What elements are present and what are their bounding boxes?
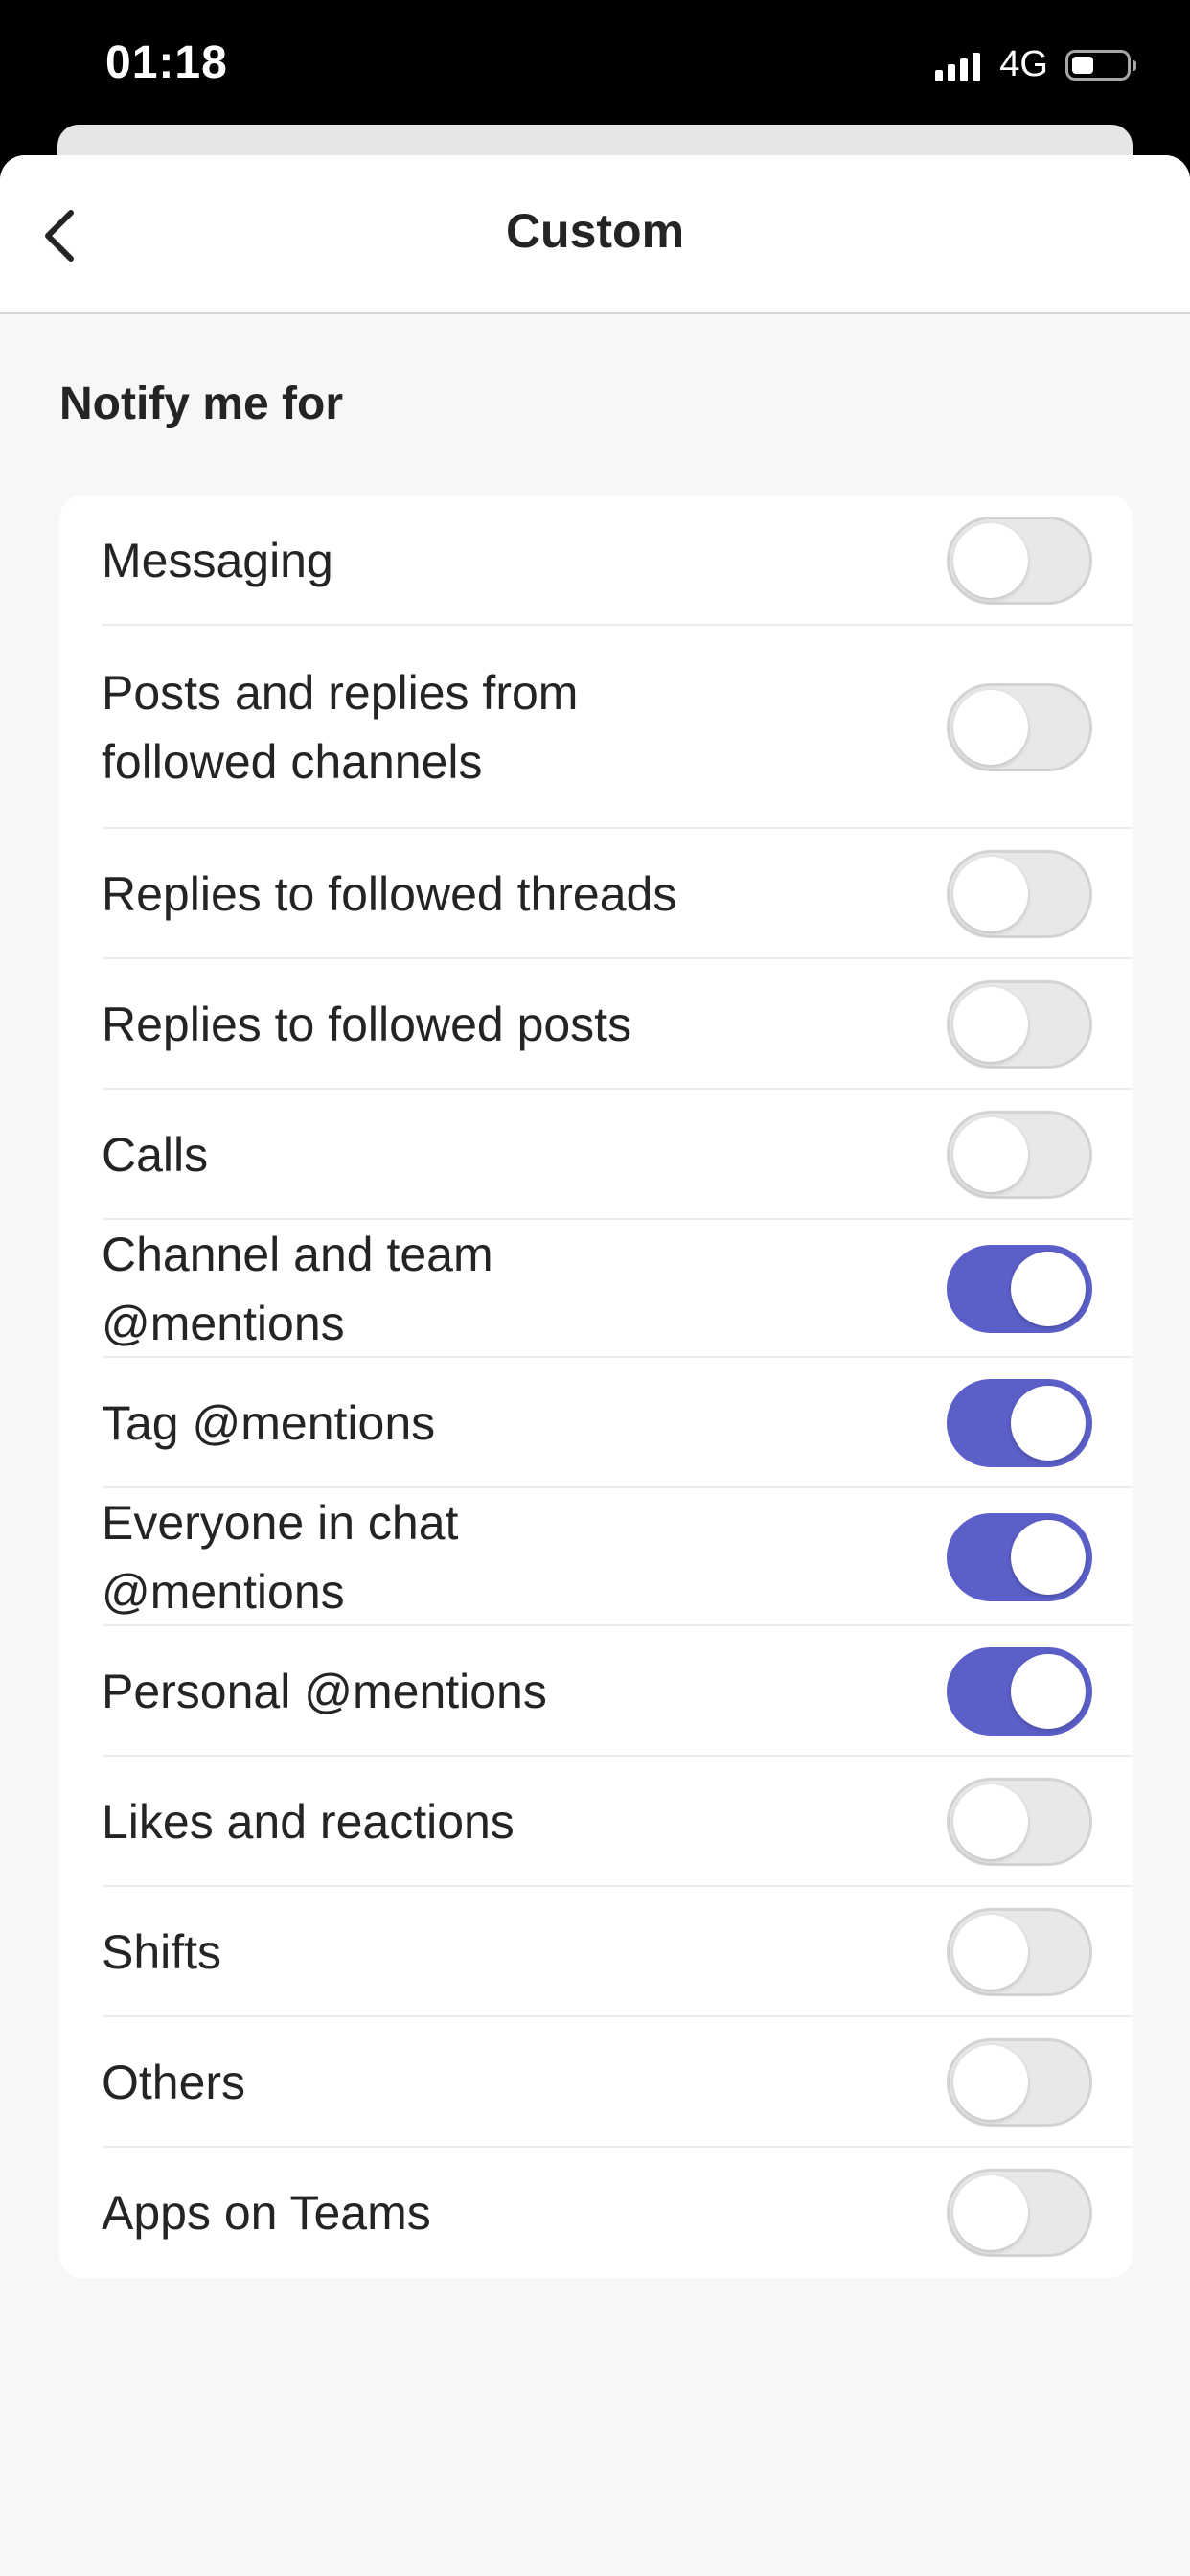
setting-row-others[interactable]: Others xyxy=(59,2017,1133,2148)
channel-team-mentions-toggle[interactable] xyxy=(947,1245,1092,1333)
setting-label: Tag @mentions xyxy=(102,1396,436,1450)
toggle-knob xyxy=(953,1117,1028,1192)
toggle-knob xyxy=(1011,1654,1086,1729)
setting-row-posts-and-replies[interactable]: Posts and replies from followed channels xyxy=(59,626,1133,829)
setting-row-channel-team-mentions[interactable]: Channel and team @mentions xyxy=(59,1220,1133,1358)
toggle-knob xyxy=(953,2045,1028,2120)
replies-to-threads-toggle[interactable] xyxy=(947,850,1092,938)
toggle-knob xyxy=(1011,1386,1086,1460)
setting-row-replies-to-posts[interactable]: Replies to followed posts xyxy=(59,959,1133,1090)
apps-on-teams-toggle[interactable] xyxy=(947,2169,1092,2257)
personal-mentions-toggle[interactable] xyxy=(947,1647,1092,1736)
setting-row-shifts[interactable]: Shifts xyxy=(59,1887,1133,2017)
notification-settings-list: Messaging Posts and replies from followe… xyxy=(59,495,1133,2278)
setting-label: Apps on Teams xyxy=(102,2186,431,2240)
status-time: 01:18 xyxy=(105,37,228,88)
setting-row-replies-to-threads[interactable]: Replies to followed threads xyxy=(59,829,1133,959)
toggle-knob xyxy=(953,2175,1028,2250)
setting-label: Calls xyxy=(102,1128,209,1182)
setting-row-tag-mentions[interactable]: Tag @mentions xyxy=(59,1358,1133,1488)
everyone-mentions-toggle[interactable] xyxy=(947,1513,1092,1601)
setting-label: Personal @mentions xyxy=(102,1665,547,1718)
setting-row-personal-mentions[interactable]: Personal @mentions xyxy=(59,1626,1133,1757)
setting-label: Everyone in chat @mentions xyxy=(102,1496,459,1619)
setting-label: Messaging xyxy=(102,534,333,587)
messaging-toggle[interactable] xyxy=(947,517,1092,605)
likes-reactions-toggle[interactable] xyxy=(947,1778,1092,1866)
toggle-knob xyxy=(953,1915,1028,1990)
toggle-knob xyxy=(953,690,1028,765)
setting-row-messaging[interactable]: Messaging xyxy=(59,495,1133,626)
posts-and-replies-toggle[interactable] xyxy=(947,683,1092,771)
tag-mentions-toggle[interactable] xyxy=(947,1379,1092,1467)
setting-row-apps-on-teams[interactable]: Apps on Teams xyxy=(59,2148,1133,2278)
setting-row-likes-reactions[interactable]: Likes and reactions xyxy=(59,1757,1133,1887)
toggle-knob xyxy=(953,523,1028,598)
toggle-knob xyxy=(953,857,1028,932)
section-title: Notify me for xyxy=(59,379,344,429)
setting-label: Likes and reactions xyxy=(102,1795,515,1849)
status-indicators: 4G xyxy=(935,44,1136,85)
shifts-toggle[interactable] xyxy=(947,1908,1092,1996)
setting-label: Replies to followed threads xyxy=(102,867,677,921)
setting-label: Shifts xyxy=(102,1925,222,1979)
setting-label: Others xyxy=(102,2056,246,2109)
network-type-label: 4G xyxy=(999,44,1048,84)
page-title: Custom xyxy=(505,204,685,258)
cellular-signal-icon xyxy=(935,49,981,81)
calls-toggle[interactable] xyxy=(947,1111,1092,1199)
toggle-knob xyxy=(1011,1520,1086,1595)
battery-icon xyxy=(1065,49,1136,80)
setting-label: Replies to followed posts xyxy=(102,998,632,1051)
settings-sheet: Custom Notify me for Messaging Posts and… xyxy=(0,155,1190,2576)
setting-row-everyone-mentions[interactable]: Everyone in chat @mentions xyxy=(59,1488,1133,1626)
toggle-knob xyxy=(953,1784,1028,1859)
setting-label: Channel and team @mentions xyxy=(102,1228,493,1350)
others-toggle[interactable] xyxy=(947,2038,1092,2127)
setting-row-calls[interactable]: Calls xyxy=(59,1090,1133,1220)
toggle-knob xyxy=(953,987,1028,1062)
navigation-bar: Custom xyxy=(0,155,1190,314)
replies-to-posts-toggle[interactable] xyxy=(947,980,1092,1069)
setting-label: Posts and replies from followed channels xyxy=(102,666,579,789)
toggle-knob xyxy=(1011,1252,1086,1326)
status-bar: 01:18 4G xyxy=(0,0,1190,125)
